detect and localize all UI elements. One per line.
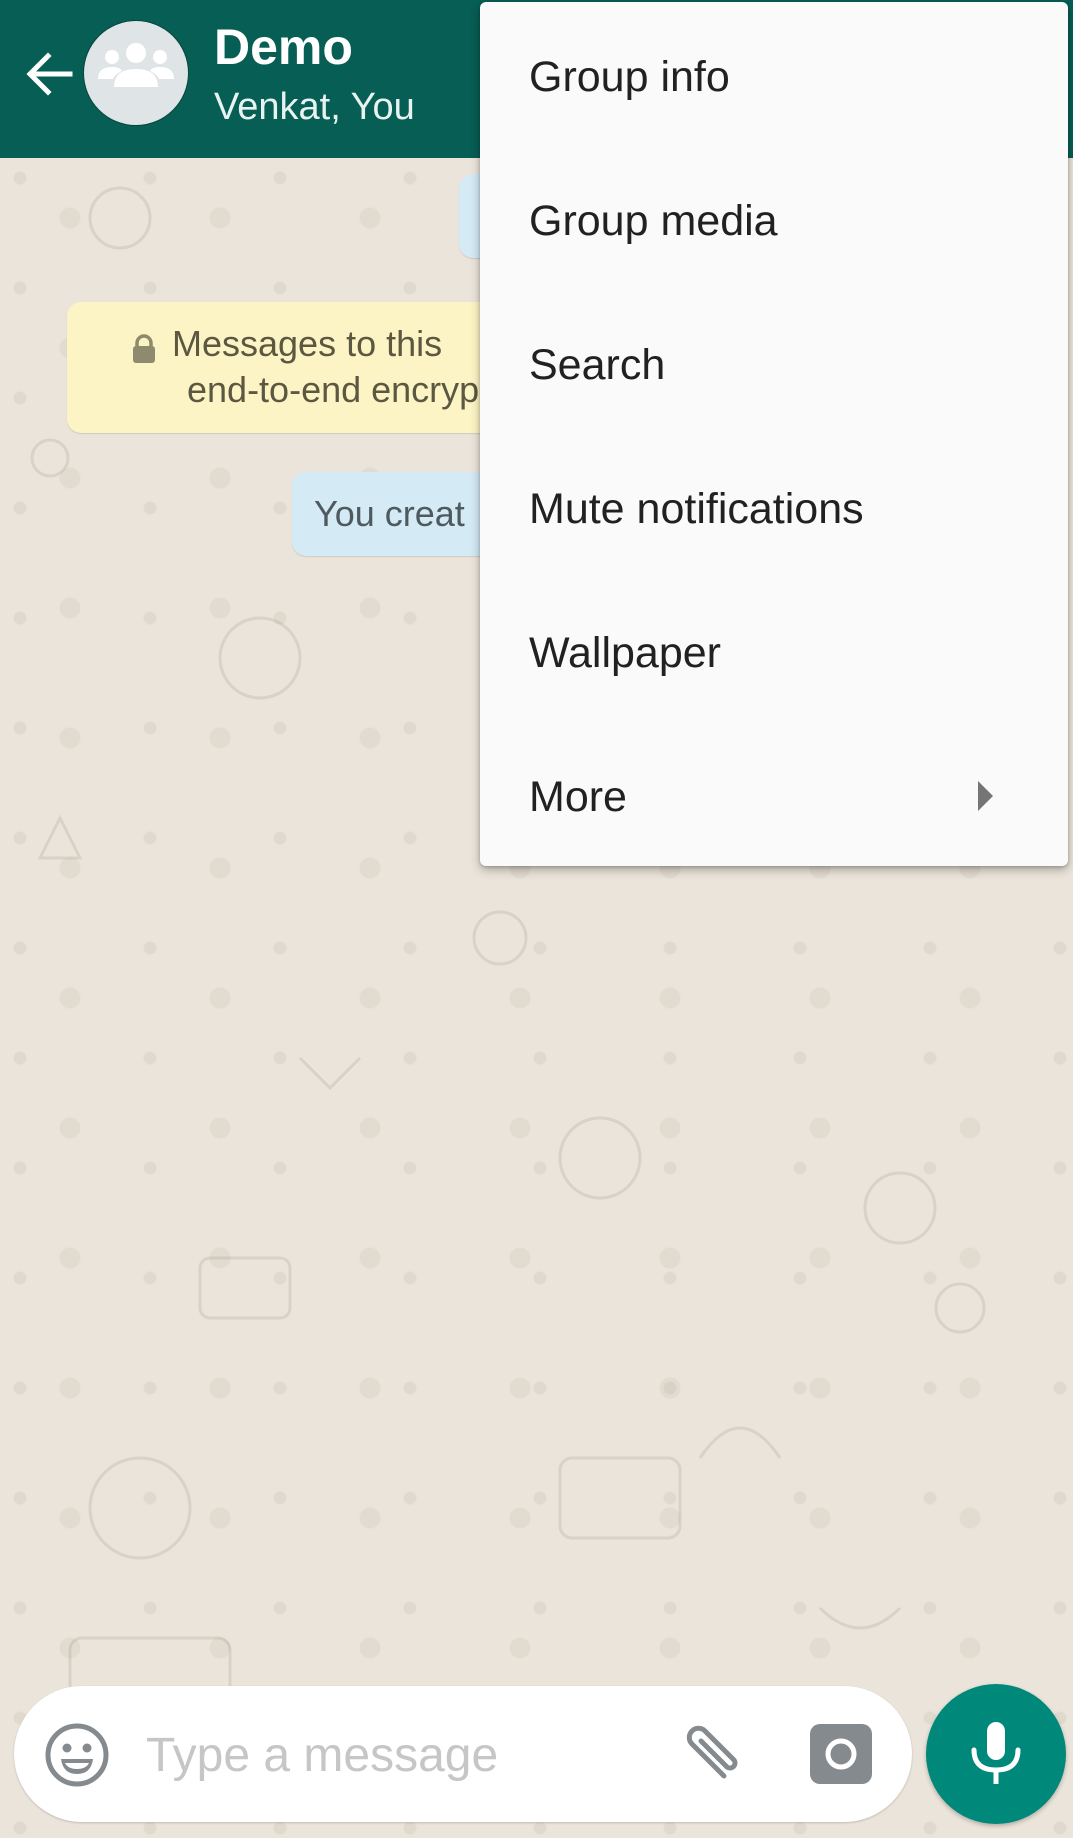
microphone-icon (971, 1722, 1021, 1784)
system-message-text: You creat (314, 493, 465, 534)
menu-item-label: Group info (529, 53, 730, 101)
chat-title[interactable]: Demo (214, 18, 353, 76)
menu-item-label: More (529, 773, 627, 821)
arrow-left-icon (26, 52, 73, 96)
overflow-menu: Group info Group media Search Mute notif… (480, 2, 1068, 866)
menu-item-group-info[interactable]: Group info (480, 4, 1068, 148)
encryption-notice-line2: end-to-end encryp (187, 369, 480, 410)
message-input[interactable] (144, 1714, 648, 1796)
back-button[interactable] (20, 44, 80, 104)
lock-icon (133, 334, 155, 363)
encryption-notice-line1: Messages to this (172, 323, 443, 364)
chevron-right-icon (978, 781, 993, 811)
group-icon (98, 43, 174, 87)
menu-item-label: Group media (529, 197, 778, 245)
voice-record-button[interactable] (926, 1684, 1066, 1824)
menu-item-mute-notifications[interactable]: Mute notifications (480, 436, 1068, 580)
message-composer (14, 1686, 912, 1822)
menu-item-wallpaper[interactable]: Wallpaper (480, 580, 1068, 724)
camera-button[interactable] (810, 1724, 872, 1784)
menu-item-label: Mute notifications (529, 485, 864, 533)
menu-item-label: Search (529, 341, 666, 389)
menu-item-more[interactable]: More (480, 724, 1068, 868)
menu-item-search[interactable]: Search (480, 292, 1068, 436)
emoji-icon (45, 1723, 109, 1787)
menu-item-label: Wallpaper (529, 629, 721, 677)
menu-item-group-media[interactable]: Group media (480, 148, 1068, 292)
group-avatar[interactable] (84, 21, 188, 125)
paperclip-icon (686, 1725, 738, 1779)
camera-icon (810, 1724, 872, 1784)
chat-participants[interactable]: Venkat, You (214, 84, 415, 130)
attach-button[interactable] (678, 1720, 746, 1788)
emoji-button[interactable] (44, 1722, 110, 1788)
